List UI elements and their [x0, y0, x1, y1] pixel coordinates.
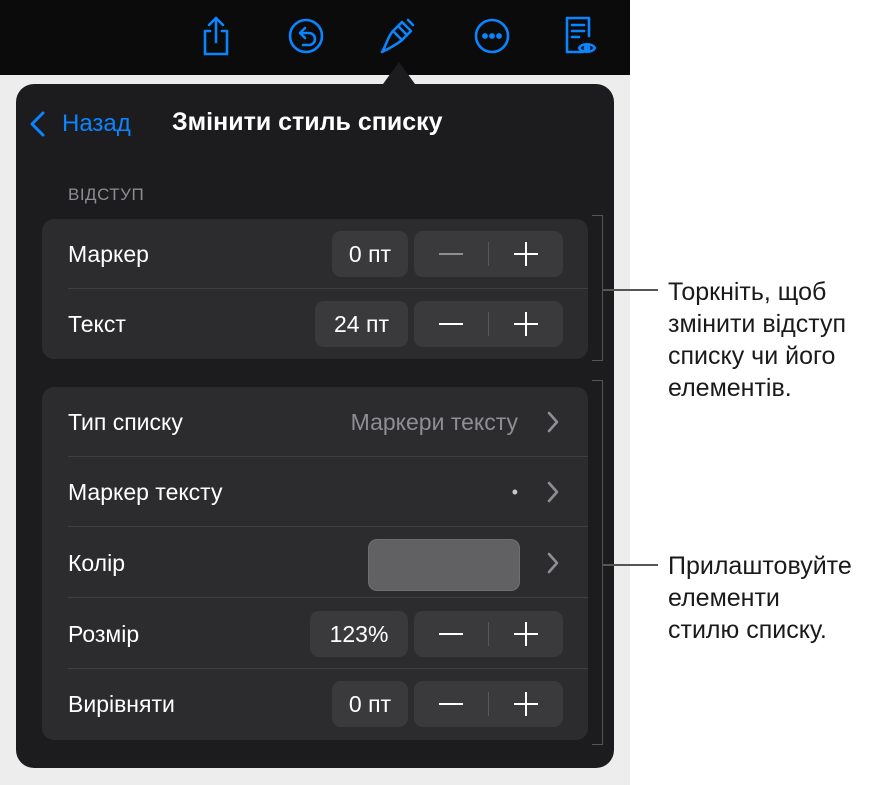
row-separator — [68, 526, 588, 527]
style-callout-line — [603, 564, 658, 566]
style-callout-bracket — [592, 380, 603, 745]
chevron-right-icon — [547, 552, 559, 574]
chevron-right-icon — [547, 481, 559, 503]
size-row: Розмір 123% — [42, 599, 588, 669]
bullet-indent-decrease-button[interactable] — [414, 231, 488, 277]
ipad-screen: Назад Змінити стиль списку ВІДСТУП Марке… — [0, 0, 630, 785]
toolbar — [0, 0, 630, 75]
indent-section-header: ВІДСТУП — [68, 185, 145, 204]
text-indent-stepper — [414, 301, 563, 347]
style-callout-text: Прилаштовуйте елементи стилю списку. — [668, 552, 852, 644]
text-indent-decrease-button[interactable] — [414, 301, 488, 347]
size-stepper — [414, 611, 563, 657]
align-decrease-button[interactable] — [414, 681, 488, 727]
color-swatch[interactable] — [368, 539, 520, 591]
bullet-indent-row: Маркер 0 пт — [42, 219, 588, 289]
bullet-indent-value[interactable]: 0 пт — [332, 231, 408, 277]
bullet-indent-label: Маркер — [68, 241, 149, 267]
align-label: Вирівняти — [68, 691, 175, 717]
indent-group: Маркер 0 пт Текст 24 пт — [42, 219, 588, 359]
align-increase-button[interactable] — [489, 681, 563, 727]
list-type-row[interactable]: Тип списку Маркери тексту — [42, 387, 588, 457]
share-icon[interactable] — [196, 14, 236, 58]
indent-callout-line — [603, 289, 658, 291]
popover-title: Змінити стиль списку — [172, 108, 443, 136]
popover-arrow — [383, 62, 415, 84]
back-label: Назад — [62, 110, 131, 137]
chevron-left-icon — [30, 111, 45, 137]
row-separator — [68, 597, 588, 598]
text-bullet-value: • — [511, 482, 518, 502]
reader-view-icon[interactable] — [559, 14, 599, 58]
text-indent-value[interactable]: 24 пт — [315, 301, 408, 347]
style-group: Тип списку Маркери тексту Маркер тексту … — [42, 387, 588, 740]
align-value[interactable]: 0 пт — [332, 681, 408, 727]
size-decrease-button[interactable] — [414, 611, 488, 657]
list-type-label: Тип списку — [68, 409, 183, 435]
bullet-indent-increase-button[interactable] — [489, 231, 563, 277]
list-type-value: Маркери тексту — [350, 409, 518, 435]
text-bullet-label: Маркер тексту — [68, 479, 223, 505]
paintbrush-icon[interactable] — [378, 14, 418, 58]
text-indent-label: Текст — [68, 311, 126, 337]
text-indent-row: Текст 24 пт — [42, 289, 588, 359]
align-stepper — [414, 681, 563, 727]
size-increase-button[interactable] — [489, 611, 563, 657]
more-icon[interactable] — [472, 14, 512, 58]
text-bullet-row[interactable]: Маркер тексту • — [42, 457, 588, 527]
indent-callout-bracket — [592, 215, 603, 361]
size-label: Розмір — [68, 621, 140, 647]
color-row[interactable]: Колір — [42, 528, 588, 598]
bullet-indent-stepper — [414, 231, 563, 277]
size-value[interactable]: 123% — [310, 611, 408, 657]
text-indent-increase-button[interactable] — [489, 301, 563, 347]
indent-callout-text: Торкніть, щоб змінити відступ списку чи … — [668, 278, 847, 402]
align-row: Вирівняти 0 пт — [42, 669, 588, 739]
undo-icon[interactable] — [286, 14, 326, 58]
color-label: Колір — [68, 550, 126, 576]
chevron-right-icon — [547, 411, 559, 433]
back-button[interactable]: Назад — [28, 106, 131, 142]
